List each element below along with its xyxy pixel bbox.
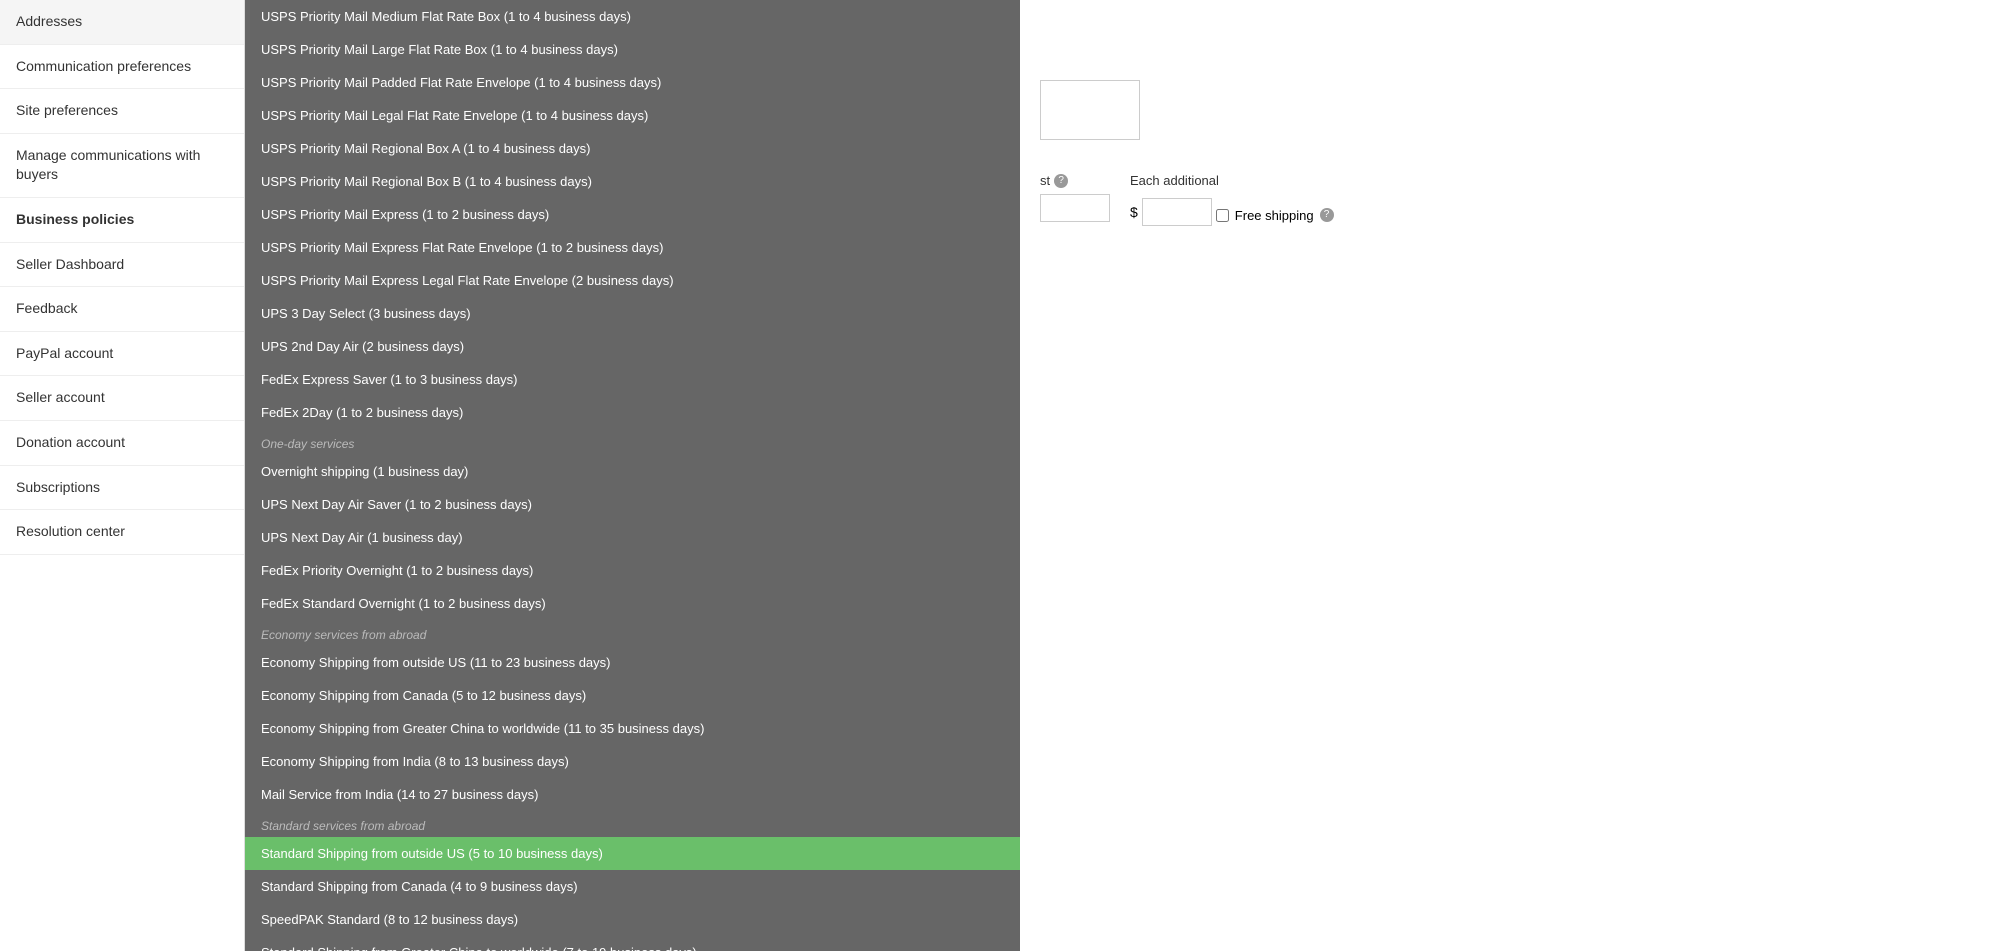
dropdown-item[interactable]: Standard Shipping from Greater China to … (245, 936, 1020, 951)
right-panel: st ? Each additional $ Free shipping ? (1020, 0, 1999, 246)
sidebar-item-site-preferences[interactable]: Site preferences (0, 89, 244, 134)
sidebar-item-donation-account[interactable]: Donation account (0, 421, 244, 466)
sidebar-item-subscriptions[interactable]: Subscriptions (0, 466, 244, 511)
dropdown-item[interactable]: USPS Priority Mail Express Flat Rate Env… (245, 231, 1020, 264)
dropdown-item[interactable]: FedEx Priority Overnight (1 to 2 busines… (245, 554, 1020, 587)
sidebar-item-communication-preferences[interactable]: Communication preferences (0, 45, 244, 90)
dropdown-item[interactable]: USPS Priority Mail Regional Box A (1 to … (245, 132, 1020, 165)
dropdown-item[interactable]: Standard Shipping from Canada (4 to 9 bu… (245, 870, 1020, 903)
sidebar-item-feedback[interactable]: Feedback (0, 287, 244, 332)
free-shipping-label: Free shipping (1235, 208, 1314, 223)
dropdown-item[interactable]: Economy Shipping from India (8 to 13 bus… (245, 745, 1020, 778)
each-additional-input[interactable] (1142, 198, 1212, 226)
sidebar-item-business-policies[interactable]: Business policies (0, 198, 244, 243)
dropdown-item[interactable]: USPS Priority Mail Express (1 to 2 busin… (245, 198, 1020, 231)
cost-label: st ? (1040, 173, 1110, 188)
dropdown-item[interactable]: USPS Priority Mail Regional Box B (1 to … (245, 165, 1020, 198)
dropdown-category: One-day services (245, 429, 1020, 455)
dropdown-category: Standard services from abroad (245, 811, 1020, 837)
sidebar-item-seller-account[interactable]: Seller account (0, 376, 244, 421)
sidebar-item-paypal-account[interactable]: PayPal account (0, 332, 244, 377)
dropdown-item[interactable]: UPS 2nd Day Air (2 business days) (245, 330, 1020, 363)
dropdown-item[interactable]: Economy Shipping from outside US (11 to … (245, 646, 1020, 679)
sidebar-item-addresses[interactable]: Addresses (0, 0, 244, 45)
dropdown-item[interactable]: USPS Priority Mail Medium Flat Rate Box … (245, 0, 1020, 33)
sidebar-item-resolution-center[interactable]: Resolution center (0, 510, 244, 555)
dropdown-category: Economy services from abroad (245, 620, 1020, 646)
shipping-dropdown[interactable]: USPS Priority Mail Medium Flat Rate Box … (245, 0, 1020, 951)
sidebar-item-seller-dashboard[interactable]: Seller Dashboard (0, 243, 244, 288)
dropdown-item[interactable]: USPS Priority Mail Legal Flat Rate Envel… (245, 99, 1020, 132)
dollar-sign: $ (1130, 204, 1138, 220)
dropdown-item[interactable]: Overnight shipping (1 business day) (245, 455, 1020, 488)
dropdown-item[interactable]: UPS Next Day Air Saver (1 to 2 business … (245, 488, 1020, 521)
dropdown-item[interactable]: UPS 3 Day Select (3 business days) (245, 297, 1020, 330)
sidebar: AddressesCommunication preferencesSite p… (0, 0, 245, 951)
main-content: USPS Priority Mail Medium Flat Rate Box … (245, 0, 1999, 951)
cost-textarea[interactable] (1040, 80, 1140, 140)
dropdown-item[interactable]: USPS Priority Mail Large Flat Rate Box (… (245, 33, 1020, 66)
dropdown-item[interactable]: FedEx Express Saver (1 to 3 business day… (245, 363, 1020, 396)
free-shipping-checkbox[interactable] (1216, 209, 1229, 222)
free-shipping-info-icon[interactable]: ? (1320, 208, 1334, 222)
dropdown-item[interactable]: FedEx 2Day (1 to 2 business days) (245, 396, 1020, 429)
sidebar-item-manage-communications[interactable]: Manage communications with buyers (0, 134, 244, 198)
dropdown-item[interactable]: USPS Priority Mail Express Legal Flat Ra… (245, 264, 1020, 297)
dropdown-item[interactable]: Economy Shipping from Greater China to w… (245, 712, 1020, 745)
each-additional-label: Each additional (1130, 173, 1334, 188)
dropdown-item[interactable]: Economy Shipping from Canada (5 to 12 bu… (245, 679, 1020, 712)
dropdown-item[interactable]: Standard Shipping from outside US (5 to … (245, 837, 1020, 870)
dropdown-item[interactable]: SpeedPAK Standard (8 to 12 business days… (245, 903, 1020, 936)
dropdown-item[interactable]: FedEx Standard Overnight (1 to 2 busines… (245, 587, 1020, 620)
dropdown-item[interactable]: USPS Priority Mail Padded Flat Rate Enve… (245, 66, 1020, 99)
dropdown-item[interactable]: Mail Service from India (14 to 27 busine… (245, 778, 1020, 811)
cost-info-icon[interactable]: ? (1054, 174, 1068, 188)
cost-input[interactable] (1040, 194, 1110, 222)
dropdown-item[interactable]: UPS Next Day Air (1 business day) (245, 521, 1020, 554)
